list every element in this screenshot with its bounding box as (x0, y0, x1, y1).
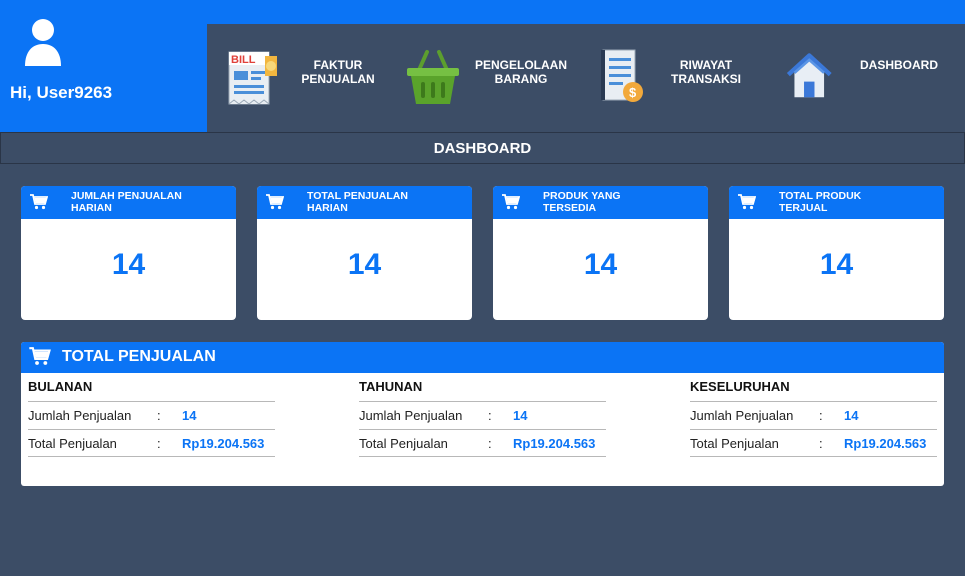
row-colon: : (157, 408, 161, 423)
row-colon: : (488, 408, 492, 423)
section-title: TAHUNAN (359, 379, 423, 394)
row-label: Total Penjualan (28, 436, 117, 451)
svg-text:BILL: BILL (231, 54, 256, 66)
cart-icon (29, 347, 51, 365)
cart-icon (266, 194, 284, 210)
cart-icon (30, 194, 48, 210)
top-strip (207, 0, 965, 24)
basket-icon (407, 50, 459, 104)
cart-icon (738, 194, 756, 210)
nav-label-dashboard: DASHBOARD (860, 58, 938, 72)
svg-text:$: $ (629, 85, 637, 100)
row-colon: : (819, 408, 823, 423)
nav-label-riwayat-transaksi: RIWAYAT TRANSAKSI (670, 58, 741, 86)
nav-item-dashboard[interactable]: DASHBOARD (783, 42, 953, 112)
nav-label-pengelolaan-barang: PENGELOLAAN BARANG (474, 58, 567, 86)
summary-row: Total Penjualan : Rp19.204.563 (28, 429, 275, 457)
stat-card-jumlah-penjualan-harian: JUMLAH PENJUALAN HARIAN 14 (21, 186, 236, 320)
row-value: 14 (844, 408, 859, 423)
card-title: TOTAL PENJUALAN HARIAN (307, 190, 408, 214)
summary-row: Jumlah Penjualan : 14 (359, 401, 606, 429)
user-greeting: Hi, User9263 (10, 83, 113, 102)
section-title: KESELURUHAN (690, 379, 790, 394)
bill-icon: BILL (228, 51, 277, 105)
card-value: 14 (347, 248, 382, 281)
summary-row: Total Penjualan : Rp19.204.563 (690, 429, 937, 457)
row-label: Total Penjualan (359, 436, 448, 451)
row-colon: : (157, 436, 161, 451)
stat-card-total-produk-terjual: TOTAL PRODUK TERJUAL 14 (729, 186, 944, 320)
nav-item-faktur-penjualan[interactable]: BILL FAKTUR PENJUALAN (225, 42, 395, 112)
receipt-icon: $ (601, 49, 643, 102)
panel-header: TOTAL PENJUALAN (21, 342, 944, 373)
home-icon (786, 53, 832, 98)
row-label: Jumlah Penjualan (28, 408, 132, 423)
card-title: TOTAL PRODUK TERJUAL (779, 190, 862, 214)
summary-row: Jumlah Penjualan : 14 (690, 401, 937, 429)
card-header: JUMLAH PENJUALAN HARIAN (21, 186, 236, 219)
row-colon: : (819, 436, 823, 451)
cart-icon (502, 194, 520, 210)
nav-item-pengelolaan-barang[interactable]: PENGELOLAAN BARANG (403, 42, 587, 112)
row-colon: : (488, 436, 492, 451)
row-value: Rp19.204.563 (844, 436, 927, 451)
user-panel: Hi, User9263 (0, 0, 207, 132)
card-value: 14 (583, 248, 618, 281)
user-icon (25, 19, 61, 66)
panel-title: TOTAL PENJUALAN (62, 348, 216, 365)
card-value: 14 (819, 248, 854, 281)
row-label: Jumlah Penjualan (690, 408, 794, 423)
row-value: Rp19.204.563 (182, 436, 265, 451)
card-value: 14 (111, 248, 146, 281)
total-penjualan-panel: TOTAL PENJUALAN BULANAN Jumlah Penjualan… (21, 342, 944, 486)
summary-row: Jumlah Penjualan : 14 (28, 401, 275, 429)
row-value: 14 (513, 408, 528, 423)
row-label: Total Penjualan (690, 436, 779, 451)
stat-card-total-penjualan-harian: TOTAL PENJUALAN HARIAN 14 (257, 186, 472, 320)
card-header: TOTAL PRODUK TERJUAL (729, 186, 944, 219)
stat-card-produk-yang-tersedia: PRODUK YANG TERSEDIA 14 (493, 186, 708, 320)
card-title: JUMLAH PENJUALAN HARIAN (71, 190, 182, 214)
nav-item-riwayat-transaksi[interactable]: $ RIWAYAT TRANSAKSI (599, 42, 749, 112)
card-header: TOTAL PENJUALAN HARIAN (257, 186, 472, 219)
row-value: Rp19.204.563 (513, 436, 596, 451)
row-value: 14 (182, 408, 197, 423)
page-title: DASHBOARD (433, 139, 532, 157)
summary-row: Total Penjualan : Rp19.204.563 (359, 429, 606, 457)
row-label: Jumlah Penjualan (359, 408, 463, 423)
card-header: PRODUK YANG TERSEDIA (493, 186, 708, 219)
page-title-bar: DASHBOARD (0, 132, 965, 164)
nav-bar: BILL FAKTUR PENJUALAN PENGELOLAAN BARANG (207, 24, 965, 132)
nav-label-faktur-penjualan: FAKTUR PENJUALAN (301, 58, 375, 86)
card-title: PRODUK YANG TERSEDIA (543, 190, 621, 214)
section-title: BULANAN (28, 379, 93, 394)
